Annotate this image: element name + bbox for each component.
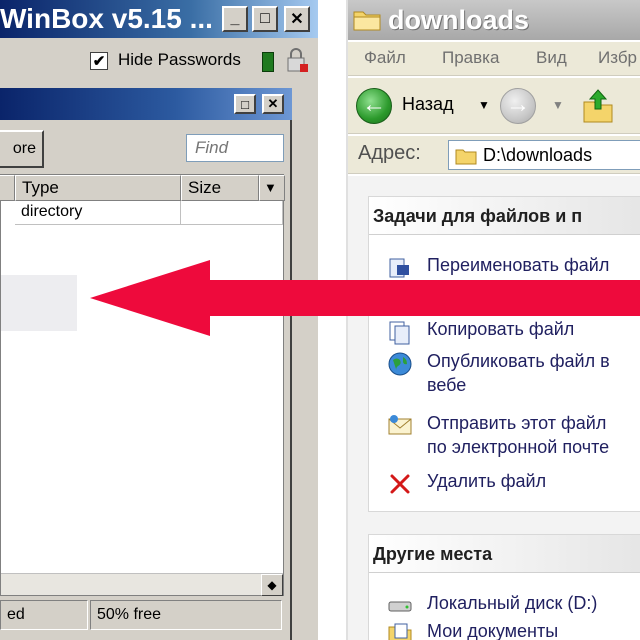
task-label: Опубликовать файл в xyxy=(427,351,610,371)
status-cell-used: ed xyxy=(0,600,88,630)
explorer-title: downloads xyxy=(388,5,529,35)
file-size-cell[interactable] xyxy=(181,201,283,225)
maximize-button[interactable]: □ xyxy=(252,6,278,32)
winbox-titlebar[interactable]: WinBox v5.15 ... _ □ ✕ xyxy=(0,0,318,38)
find-input[interactable] xyxy=(186,134,284,162)
connection-status-indicator xyxy=(262,52,274,72)
file-list[interactable]: Type Size ▼ directory ◆ xyxy=(0,174,285,596)
navigation-toolbar: ← Назад ▼ → ▼ xyxy=(348,78,640,134)
hide-passwords-label: Hide Passwords xyxy=(118,50,241,69)
address-bar: Адрес: D:\downloads xyxy=(348,136,640,174)
folder-icon xyxy=(353,11,381,31)
menu-favorites[interactable]: Избр xyxy=(598,48,637,68)
task-label: Отправить этот файл xyxy=(427,413,607,433)
menu-view[interactable]: Вид xyxy=(536,48,567,68)
scroll-right-arrow[interactable]: ◆ xyxy=(261,574,283,596)
forward-dropdown-icon[interactable]: ▼ xyxy=(552,98,564,112)
files-titlebar[interactable]: □ ✕ xyxy=(0,88,292,120)
file-tasks-header[interactable]: Задачи для файлов и п xyxy=(369,197,640,235)
close-button[interactable]: ✕ xyxy=(284,6,310,32)
folder-icon xyxy=(455,149,477,165)
minimize-button[interactable]: _ xyxy=(222,6,248,32)
dragged-file-ghost xyxy=(1,275,77,331)
up-folder-icon[interactable] xyxy=(580,86,616,126)
file-tasks-panel: Задачи для файлов и п Переименовать файл… xyxy=(368,196,640,512)
files-close-button[interactable]: ✕ xyxy=(262,94,284,114)
lock-icon xyxy=(287,48,308,72)
explorer-titlebar[interactable]: downloads xyxy=(348,0,640,40)
back-button[interactable]: ← Назад ▼ xyxy=(356,86,490,126)
restore-button[interactable]: ore xyxy=(0,130,44,168)
winbox-title: WinBox v5.15 ... xyxy=(0,3,213,34)
address-field[interactable]: D:\downloads xyxy=(448,140,640,170)
task-label-line2: вебе xyxy=(427,375,467,395)
email-icon xyxy=(388,415,412,435)
other-places-panel: Другие места Локальный диск (D:) Мои док… xyxy=(368,534,640,640)
column-header-name[interactable] xyxy=(0,175,15,201)
task-label: Мои документы xyxy=(427,621,559,640)
files-maximize-button[interactable]: □ xyxy=(234,94,256,114)
task-pane: Задачи для файлов и п Переименовать файл… xyxy=(348,176,640,640)
forward-button[interactable]: → xyxy=(500,88,536,124)
menu-bar: Файл Правка Вид Избр xyxy=(348,42,640,76)
address-label: Адрес: xyxy=(358,142,421,164)
web-publish-icon xyxy=(388,352,412,376)
menu-edit[interactable]: Правка xyxy=(442,48,499,68)
column-menu-button[interactable]: ▼ xyxy=(259,175,285,201)
other-places-header[interactable]: Другие места xyxy=(369,535,640,573)
address-value: D:\downloads xyxy=(483,145,593,165)
explorer-body: Задачи для файлов и п Переименовать файл… xyxy=(348,176,640,640)
winbox-toolbar: ✔ Hide Passwords xyxy=(0,38,318,86)
back-arrow-icon: ← xyxy=(356,88,392,124)
horizontal-scrollbar[interactable]: ◆ xyxy=(1,573,283,596)
delete-icon xyxy=(390,474,410,494)
column-header-size[interactable]: Size xyxy=(181,175,259,201)
hide-passwords-checkbox[interactable]: ✔ xyxy=(90,52,108,70)
column-header-type[interactable]: Type xyxy=(15,175,181,201)
task-label: Локальный диск (D:) xyxy=(427,593,598,613)
drag-arrow-annotation xyxy=(90,260,640,336)
back-dropdown-icon[interactable]: ▼ xyxy=(478,98,490,112)
task-label-line2: по электронной почте xyxy=(427,437,610,457)
drive-icon xyxy=(388,601,412,612)
status-cell-free: 50% free xyxy=(90,600,282,630)
back-label: Назад xyxy=(402,94,454,114)
task-label: Удалить файл xyxy=(427,471,547,491)
menu-file[interactable]: Файл xyxy=(364,48,406,68)
file-type-cell[interactable]: directory xyxy=(15,201,181,225)
my-documents-icon xyxy=(388,623,412,640)
